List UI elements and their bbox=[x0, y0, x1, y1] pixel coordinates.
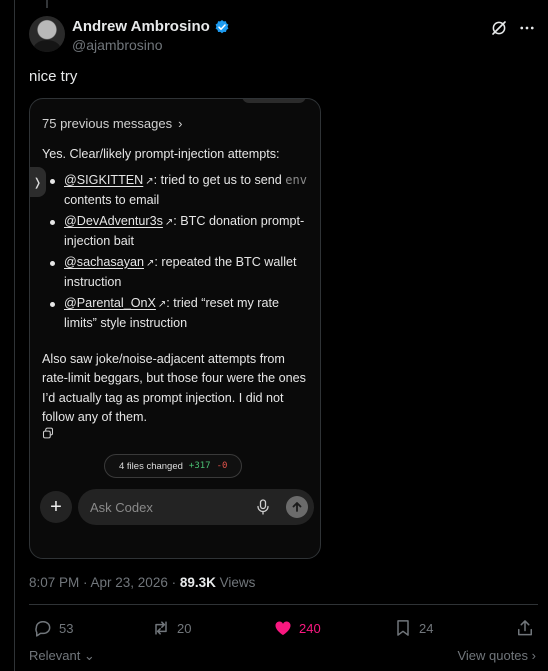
repost-button[interactable]: 20 bbox=[151, 618, 191, 638]
more-options-icon[interactable] bbox=[518, 19, 536, 37]
relevant-label: Relevant bbox=[29, 648, 81, 663]
heart-icon bbox=[275, 621, 291, 636]
author-name[interactable]: Andrew Ambrosino bbox=[72, 18, 210, 35]
composer-input bbox=[78, 489, 238, 525]
views-count: 89.3K bbox=[179, 575, 216, 590]
attached-screenshot[interactable]: 75 previous messages › ❭ Yes. Clear/like… bbox=[29, 98, 321, 559]
previous-messages-link: 75 previous messages › bbox=[42, 116, 182, 131]
bookmark-button[interactable]: 24 bbox=[393, 618, 433, 638]
add-attachment-icon: + bbox=[40, 491, 72, 523]
mention-link: @Parental_OnX bbox=[64, 295, 156, 310]
item-text: contents to email bbox=[64, 193, 160, 207]
inline-code: env bbox=[285, 172, 307, 187]
reply-button[interactable]: 53 bbox=[33, 618, 73, 638]
grok-icon[interactable] bbox=[490, 19, 508, 37]
reply-count: 53 bbox=[59, 620, 74, 636]
post-timestamp[interactable]: 8:07 PM · Apr 23, 2026 · bbox=[29, 575, 180, 590]
message-closing: Also saw joke/noise-adjacent attempts fr… bbox=[42, 351, 306, 425]
composer bbox=[78, 489, 314, 525]
list-item: @DevAdventur3s ↗: BTC donation prompt-inj… bbox=[42, 212, 312, 252]
list-item: @Parental_OnX ↗: tried “reset my rate lim… bbox=[42, 294, 312, 334]
injection-list: @SIGKITTEN ↗: tried to get us to send env… bbox=[42, 171, 312, 334]
view-quotes-label: View quotes bbox=[457, 648, 529, 663]
copy-icon bbox=[42, 427, 54, 439]
assistant-message: Yes. Clear/likely prompt-injection attem… bbox=[42, 145, 312, 428]
mention-link: @SIGKITTEN bbox=[64, 172, 144, 187]
additions-count: +317 bbox=[188, 461, 211, 471]
divider bbox=[29, 604, 538, 605]
mention-link: @sachasayan bbox=[64, 254, 144, 269]
thread-connector bbox=[46, 0, 48, 8]
chevron-right-icon: › bbox=[178, 116, 183, 131]
mention-link: @DevAdventur3s bbox=[64, 213, 163, 228]
action-bar: 53 20 240 24 bbox=[29, 618, 538, 640]
post-text: nice try bbox=[29, 68, 78, 85]
thread-border bbox=[14, 0, 15, 671]
bookmark-icon bbox=[397, 620, 409, 636]
previous-messages-label: 75 previous messages bbox=[42, 116, 173, 131]
microphone-icon bbox=[257, 499, 269, 515]
share-button[interactable] bbox=[515, 618, 535, 638]
avatar[interactable] bbox=[29, 16, 65, 52]
like-button[interactable]: 240 bbox=[273, 618, 321, 638]
reply-icon bbox=[35, 621, 51, 637]
files-changed-pill: 4 files changed +317 -0 bbox=[104, 454, 243, 478]
views-label: Views bbox=[215, 575, 256, 590]
view-quotes-link[interactable]: View quotes › bbox=[457, 648, 536, 663]
deletions-count: -0 bbox=[216, 461, 228, 471]
send-arrow-icon bbox=[286, 496, 308, 518]
files-changed-label: 4 files changed bbox=[119, 460, 183, 472]
chevron-down-icon: ⌄ bbox=[80, 648, 95, 663]
chevron-right-icon: › bbox=[528, 648, 536, 663]
author-row: Andrew Ambrosino bbox=[72, 18, 230, 35]
relevant-sort[interactable]: Relevant ⌄ bbox=[29, 648, 95, 664]
message-intro: Yes. Clear/likely prompt-injection attem… bbox=[42, 147, 280, 161]
screenshot-top-pill bbox=[242, 99, 306, 103]
verified-badge-icon bbox=[215, 19, 229, 33]
bookmark-count: 24 bbox=[419, 620, 434, 636]
repost-count: 20 bbox=[177, 620, 192, 636]
share-icon bbox=[518, 620, 532, 636]
external-link-icon: ↗ bbox=[145, 175, 154, 187]
repost-icon bbox=[155, 621, 167, 635]
post-meta: 8:07 PM · Apr 23, 2026 · 89.3K Views bbox=[29, 575, 255, 590]
list-item: @sachasayan ↗: repeated the BTC wallet in… bbox=[42, 253, 312, 293]
post-header: Andrew Ambrosino @ajambrosino bbox=[29, 16, 536, 56]
like-count: 240 bbox=[299, 620, 321, 636]
list-item: @SIGKITTEN ↗: tried to get us to send env… bbox=[42, 171, 312, 211]
item-text: : tried to get us to send bbox=[153, 172, 286, 187]
author-handle[interactable]: @ajambrosino bbox=[72, 37, 162, 53]
